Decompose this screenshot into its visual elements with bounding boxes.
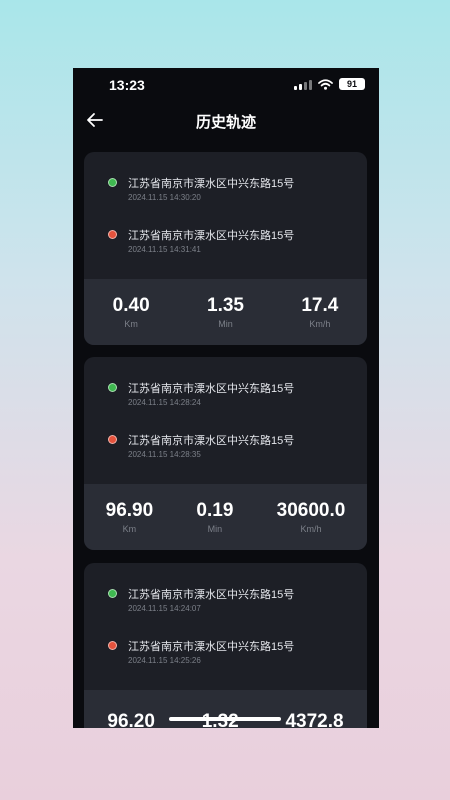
speed-value: 17.4 — [301, 295, 339, 316]
start-time: 2024.11.15 14:28:24 — [128, 398, 201, 407]
start-time: 2024.11.15 14:30:20 — [128, 193, 201, 202]
stat-distance: 96.90 Km — [106, 500, 154, 534]
speed-value: 4372.8 — [285, 711, 344, 728]
wifi-icon — [318, 78, 333, 90]
nav-bar: 历史轨迹 — [73, 106, 379, 136]
stat-duration: 1.35 Min — [207, 295, 244, 329]
phone-screen: 13:23 91 历史轨迹 江苏省南京市溧水区中兴东路15号 2024.11.1… — [73, 68, 379, 728]
stat-distance: 96.20 — [107, 711, 155, 728]
start-address: 江苏省南京市溧水区中兴东路15号 — [128, 383, 295, 395]
stat-duration: 0.19 Min — [196, 500, 233, 534]
home-indicator[interactable] — [169, 717, 281, 721]
end-time: 2024.11.15 14:31:41 — [128, 245, 201, 254]
end-address: 江苏省南京市溧水区中兴东路15号 — [128, 230, 295, 242]
distance-value: 96.20 — [107, 711, 155, 728]
distance-value: 96.90 — [105, 500, 154, 521]
status-bar: 13:23 91 — [73, 68, 379, 102]
start-dot-icon — [108, 589, 117, 598]
start-address: 江苏省南京市溧水区中兴东路15号 — [128, 589, 295, 601]
speed-value: 30600.0 — [276, 500, 346, 521]
stat-speed: 30600.0 Km/h — [277, 500, 346, 534]
trip-stats: 96.20 1.32 4372.8 — [84, 690, 367, 728]
end-time: 2024.11.15 14:25:26 — [128, 656, 201, 665]
end-dot-icon — [108, 641, 117, 650]
end-dot-icon — [108, 435, 117, 444]
duration-unit: Min — [207, 524, 223, 534]
duration-unit: Min — [218, 319, 233, 329]
duration-value: 0.19 — [196, 500, 234, 521]
stat-distance: 0.40 Km — [113, 295, 150, 329]
stat-speed: 4372.8 — [285, 711, 343, 728]
start-dot-icon — [108, 178, 117, 187]
end-time: 2024.11.15 14:28:35 — [128, 450, 201, 459]
distance-unit: Km — [122, 524, 137, 534]
page-title: 历史轨迹 — [195, 114, 256, 131]
trip-card[interactable]: 江苏省南京市溧水区中兴东路15号 2024.11.15 14:30:20 江苏省… — [84, 152, 367, 345]
duration-value: 1.35 — [207, 295, 244, 316]
status-time: 13:23 — [109, 77, 145, 93]
trip-card[interactable]: 江苏省南京市溧水区中兴东路15号 2024.11.15 14:28:24 江苏省… — [84, 357, 367, 550]
speed-unit: Km/h — [309, 319, 331, 329]
speed-unit: Km/h — [300, 524, 322, 534]
end-dot-icon — [108, 230, 117, 239]
start-address: 江苏省南京市溧水区中兴东路15号 — [128, 178, 295, 190]
battery-icon: 91 — [339, 78, 365, 90]
status-icons: 91 — [294, 78, 365, 90]
distance-value: 0.40 — [112, 295, 150, 316]
cellular-signal-icon — [294, 79, 312, 90]
stat-speed: 17.4 Km/h — [301, 295, 338, 329]
trip-stats: 0.40 Km 1.35 Min 17.4 Km/h — [84, 279, 367, 345]
start-time: 2024.11.15 14:24:07 — [128, 604, 201, 613]
start-dot-icon — [108, 383, 117, 392]
end-address: 江苏省南京市溧水区中兴东路15号 — [128, 435, 295, 447]
end-address: 江苏省南京市溧水区中兴东路15号 — [128, 641, 295, 653]
distance-unit: Km — [124, 319, 138, 329]
trip-card[interactable]: 江苏省南京市溧水区中兴东路15号 2024.11.15 14:24:07 江苏省… — [84, 563, 367, 728]
trip-stats: 96.90 Km 0.19 Min 30600.0 Km/h — [84, 484, 367, 550]
